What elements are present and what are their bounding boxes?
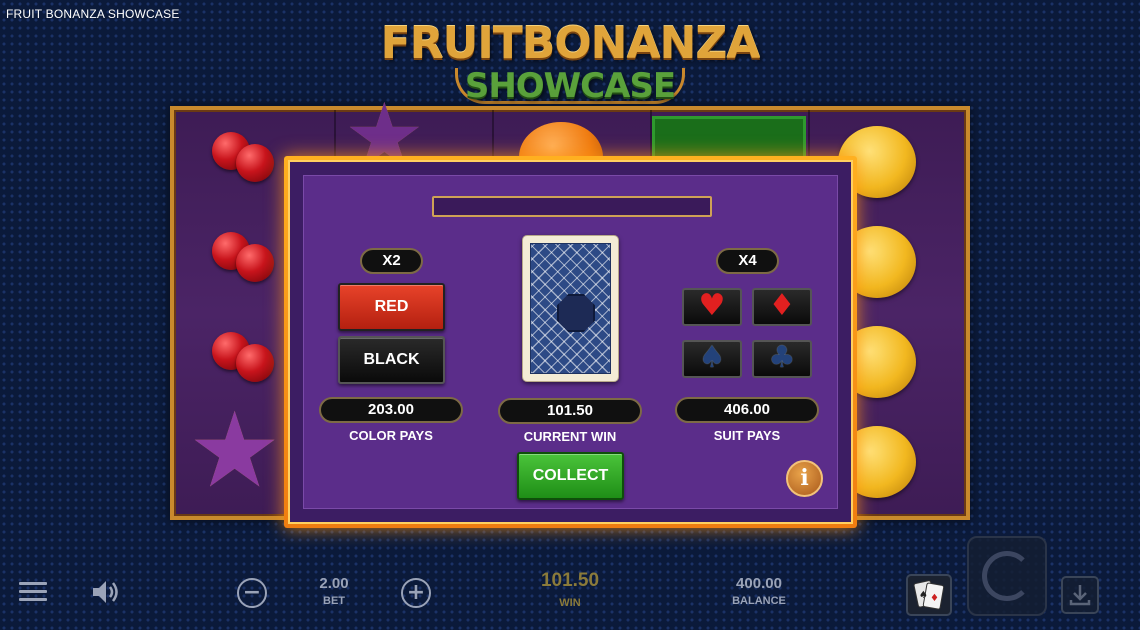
spin-button[interactable]: [967, 536, 1047, 616]
color-pays-value: 203.00: [319, 397, 463, 423]
gamble-cards-button[interactable]: ♦ ♠: [906, 574, 952, 616]
bet-value: 2.00: [319, 575, 349, 592]
decrease-bet-button[interactable]: −: [237, 578, 267, 608]
win-label: WIN: [559, 597, 581, 609]
increase-bet-button[interactable]: +: [401, 578, 431, 608]
cherry-symbol: [236, 244, 274, 282]
balance-value: 400.00: [736, 575, 782, 592]
diamonds-button[interactable]: ♦: [752, 288, 812, 326]
game-logo-line2: SHOWCASE: [464, 66, 676, 106]
playing-card-back: [522, 235, 619, 382]
svg-text:♦: ♦: [930, 593, 939, 604]
hearts-button[interactable]: ♥: [682, 288, 742, 326]
suit-multiplier-badge: X4: [716, 248, 779, 274]
color-multiplier-badge: X2: [360, 248, 423, 274]
collect-button[interactable]: COLLECT: [517, 452, 624, 500]
download-arrow-icon: [1069, 585, 1091, 606]
star-symbol: ★: [188, 389, 282, 511]
cards-icon: ♦ ♠: [913, 580, 945, 610]
red-button[interactable]: RED: [338, 283, 445, 331]
info-button[interactable]: i: [786, 460, 823, 497]
black-button[interactable]: BLACK: [338, 336, 445, 384]
bet-label: BET: [323, 595, 345, 607]
cherry-symbol: [236, 144, 274, 182]
current-win-value: 101.50: [498, 398, 642, 424]
spades-button[interactable]: ♠: [682, 340, 742, 378]
clubs-button[interactable]: ♣: [752, 340, 812, 378]
autoplay-button[interactable]: [1061, 576, 1099, 614]
gamble-message-bar: [432, 196, 712, 217]
suit-pays-value: 406.00: [675, 397, 819, 423]
balance-label: BALANCE: [732, 595, 786, 607]
menu-icon[interactable]: [19, 582, 47, 602]
sound-icon[interactable]: [91, 578, 123, 606]
game-logo-line1: FRUITBONANZA: [380, 18, 761, 69]
current-win-label: CURRENT WIN: [523, 429, 617, 444]
svg-text:♠: ♠: [919, 590, 928, 601]
cherry-symbol: [236, 344, 274, 382]
color-pays-label: COLOR PAYS: [349, 428, 433, 443]
spin-arrow-icon: [982, 551, 1032, 601]
suit-pays-label: SUIT PAYS: [713, 428, 781, 443]
win-value: 101.50: [540, 570, 600, 591]
